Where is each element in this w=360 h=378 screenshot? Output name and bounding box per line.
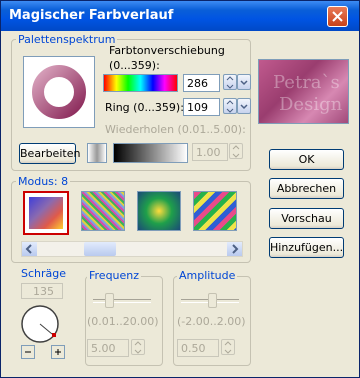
palette-group-label: Palettenspektrum [16, 33, 118, 46]
frequency-range: (0.01..20.00) [87, 315, 159, 328]
gradient-strip [113, 143, 188, 163]
ring-input[interactable]: 109 [183, 98, 220, 116]
minus-icon [25, 351, 31, 353]
add-button[interactable]: Hinzufügen... [269, 237, 344, 258]
scroll-right-button[interactable] [227, 242, 242, 256]
arrow-right-icon [232, 244, 239, 254]
bevel-dial-icon [21, 305, 59, 343]
window-title: Magischer Farbverlauf [9, 8, 174, 23]
ring-preview [23, 56, 95, 128]
repeat-label: Wiederholen (0.01..5.00): [105, 123, 246, 136]
hue-range-label: (0...359): [109, 59, 160, 72]
bevel-increase-button[interactable] [51, 345, 65, 359]
amplitude-label: Amplitude [177, 269, 238, 282]
hue-dropdown-button[interactable] [237, 74, 251, 90]
bevel-dial[interactable] [19, 304, 63, 344]
amplitude-input: 0.50 [177, 339, 219, 357]
frequency-label: Frequenz [87, 269, 142, 282]
close-icon [332, 11, 343, 22]
ring-icon [32, 65, 86, 119]
ring-spinner-button[interactable] [223, 98, 237, 114]
preview-image: Petra`s Design [258, 59, 349, 124]
hue-label: Farbtonverschiebung [109, 44, 225, 57]
ok-button[interactable]: OK [269, 149, 344, 170]
frequency-input: 5.00 [87, 339, 129, 357]
amplitude-spinner-button [221, 339, 235, 355]
scroll-thumb[interactable] [84, 242, 117, 256]
repeat-spinner-button [229, 143, 243, 159]
watermark-line1: Petra`s [273, 72, 340, 93]
mode-option-2[interactable] [81, 191, 125, 231]
frequency-spinner-button [131, 339, 145, 355]
cancel-button[interactable]: Abbrechen [269, 178, 344, 199]
mode-option-1[interactable] [23, 191, 69, 235]
hue-spinner-button[interactable] [223, 74, 237, 90]
edit-button[interactable]: Bearbeiten [19, 143, 80, 164]
hue-input[interactable]: 286 [183, 74, 220, 92]
watermark-line2: Design [279, 94, 343, 115]
mode-scrollbar[interactable] [21, 241, 243, 257]
ring-label: Ring (0...359): [105, 101, 184, 114]
bevel-label: Schräge [21, 267, 67, 280]
mode-option-4[interactable] [193, 191, 237, 231]
mode-group-label: Modus: 8 [16, 175, 71, 188]
ring-dropdown-button[interactable] [237, 98, 251, 114]
close-button[interactable] [327, 6, 348, 27]
frequency-slider-thumb[interactable] [105, 293, 115, 308]
bevel-decrease-button[interactable] [21, 345, 35, 359]
gradient-icon-button[interactable] [87, 143, 107, 163]
mode-option-3[interactable] [137, 191, 181, 231]
repeat-input: 1.00 [192, 143, 228, 161]
plus-icon [55, 349, 61, 355]
dialog-window: Magischer Farbverlauf Palettenspektrum F… [0, 0, 360, 378]
frequency-slider-track [93, 299, 151, 303]
scroll-left-button[interactable] [22, 242, 37, 256]
frequency-slider[interactable] [93, 291, 151, 309]
preview-button[interactable]: Vorschau [269, 208, 344, 229]
title-bar[interactable]: Magischer Farbverlauf [1, 1, 359, 31]
hue-spectrum-bar[interactable] [103, 74, 178, 92]
bevel-input: 135 [21, 283, 63, 299]
amplitude-slider-thumb[interactable] [208, 293, 218, 308]
mode-1-swatch [29, 197, 63, 229]
arrow-left-icon [25, 244, 32, 254]
amplitude-range: (-2.00..2.00) [177, 315, 246, 328]
amplitude-slider[interactable] [181, 291, 239, 309]
